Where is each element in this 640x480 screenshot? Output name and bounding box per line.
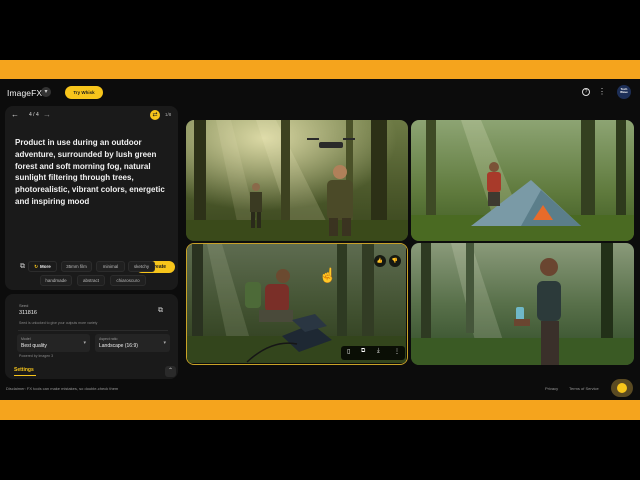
model-select[interactable]: Model Best quality ▾ — [17, 334, 90, 352]
generated-image-1[interactable] — [186, 120, 408, 241]
try-whisk-button[interactable]: Try Whisk — [65, 86, 103, 99]
thumb-up-icon[interactable]: 👍 — [374, 255, 386, 267]
chevron-down-icon[interactable]: ▾ — [41, 87, 51, 97]
image-toolbar: ▯ ⧉ ⤓ ⋮ — [341, 346, 405, 360]
prompt-text[interactable]: Product in use during an outdoor adventu… — [15, 137, 173, 208]
download-icon[interactable]: ⤓ — [377, 348, 380, 355]
copy-icon[interactable]: ⧉ — [361, 348, 365, 355]
aspect-label: Aspect ratio — [99, 337, 118, 341]
image-camping-tent — [411, 120, 634, 241]
seed-label: Seed — [19, 303, 29, 308]
powered-by-text: Powered by Imagen 3 — [19, 354, 54, 358]
avatar[interactable]: Tech Wave — [617, 85, 631, 99]
more-chip-label: More — [40, 264, 51, 269]
style-chip[interactable]: minimal — [96, 261, 125, 272]
disclaimer-text: Disclaimer: FX tools can make mistakes, … — [6, 386, 119, 391]
chevron-down-icon: ▾ — [83, 340, 86, 346]
image-water-bottle — [411, 243, 634, 365]
arrow-back-icon[interactable]: ← — [11, 110, 19, 119]
style-chip[interactable]: 35mm film — [61, 261, 92, 272]
divider — [18, 330, 168, 331]
swap-icon[interactable]: ⇄ — [150, 110, 160, 120]
style-chip[interactable]: abstract — [77, 275, 105, 286]
hand-cursor-icon: ☝ — [319, 267, 337, 283]
collapse-icon[interactable]: ⌃ — [165, 366, 176, 377]
image-count-badge: 1/8 — [165, 112, 172, 117]
image-feedback: 👍 👎 — [371, 249, 401, 267]
app-title: ImageFX — [7, 88, 43, 98]
tab-settings[interactable]: Settings — [14, 367, 34, 373]
bookmark-icon[interactable]: ▯ — [347, 348, 350, 355]
sparkle-icon: ↻ — [34, 264, 38, 269]
more-vert-icon[interactable]: ⋮ — [394, 348, 400, 355]
aspect-value: Landscape (16:9) — [99, 343, 138, 349]
settings-panel: Seed 311816 Seed is unlocked to give you… — [5, 294, 178, 379]
copy-icon[interactable]: ⧉ — [20, 263, 25, 271]
seed-input[interactable]: 311816 — [19, 310, 37, 316]
assistant-button[interactable] — [611, 379, 633, 397]
app-window: ImageFX ▾ Try Whisk ? ⋮ Tech Wave ← 4 / … — [0, 79, 640, 400]
style-chip[interactable]: chiaroscuro — [110, 275, 146, 286]
history-nav: ← 4 / 4 → ⇄ 1/8 — [5, 106, 178, 124]
sparkle-icon — [617, 383, 627, 393]
chevron-down-icon: ▾ — [163, 340, 166, 346]
lock-icon[interactable]: ⧉ — [158, 307, 163, 315]
arrow-forward-icon[interactable]: → — [43, 110, 51, 119]
bottom-letterbox-bar — [0, 400, 640, 420]
thumb-down-icon[interactable]: 👎 — [389, 255, 401, 267]
style-chip[interactable]: handmade — [40, 275, 72, 286]
terms-link[interactable]: Terms of Service — [569, 386, 599, 391]
model-label: Model — [21, 337, 31, 341]
generated-image-4[interactable] — [411, 243, 634, 365]
more-chip[interactable]: ↻ More — [28, 261, 57, 272]
more-vert-icon[interactable]: ⋮ — [598, 87, 606, 97]
generated-image-2[interactable] — [411, 120, 634, 241]
aspect-ratio-select[interactable]: Aspect ratio Landscape (16:9) ▾ — [95, 334, 170, 352]
history-counter: 4 / 4 — [29, 112, 39, 118]
top-letterbox-bar — [0, 60, 640, 79]
image-drone-forest — [186, 120, 408, 241]
header: ImageFX ▾ Try Whisk ? ⋮ Tech Wave — [0, 79, 640, 105]
model-value: Best quality — [21, 343, 47, 349]
privacy-link[interactable]: Privacy — [545, 386, 558, 391]
tab-indicator — [14, 375, 36, 376]
style-chip[interactable]: sketchy — [128, 261, 155, 272]
seed-help-text: Seed is unlocked to give your outputs mo… — [19, 321, 98, 325]
help-icon[interactable]: ? — [582, 88, 590, 96]
